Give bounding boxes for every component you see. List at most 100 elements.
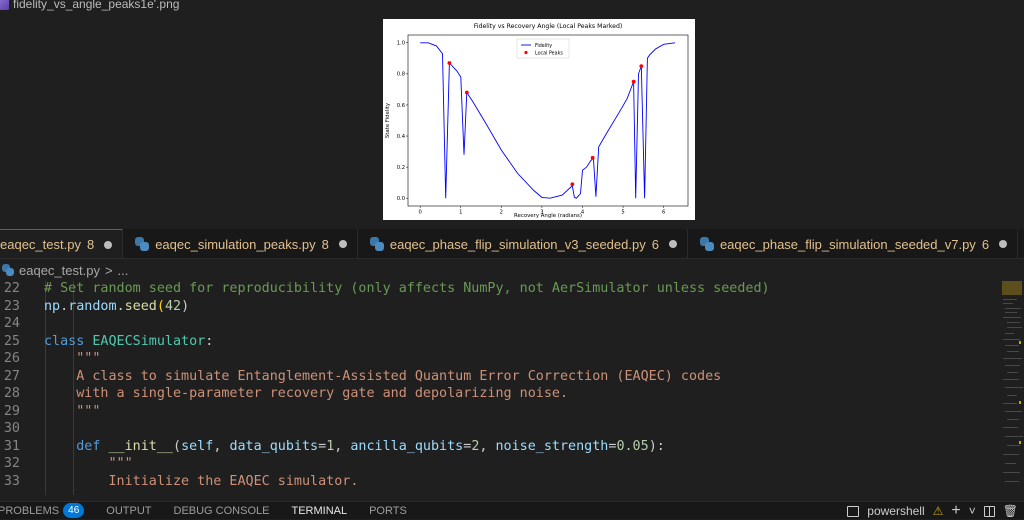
- image-preview: fidelity_vs_angle_peaks1e'.png Fidelity …: [0, 0, 1024, 229]
- python-file-icon: [2, 264, 14, 276]
- tab-problem-count: 6: [651, 236, 659, 252]
- editor-tab[interactable]: eaqec_phase_flip_simulation_v3_seeded.py…: [358, 229, 688, 258]
- unsaved-dot-icon[interactable]: [668, 240, 677, 248]
- code-text: A class to simulate Entanglement-Assiste…: [44, 368, 722, 384]
- panel-tab-label: DEBUG CONSOLE: [173, 504, 270, 517]
- panel-tab-label: PORTS: [369, 504, 407, 517]
- tab-problem-count: 8: [86, 237, 95, 252]
- fidelity-chart-svg: Fidelity vs Recovery Angle (Local Peaks …: [385, 23, 689, 219]
- preview-file-name: fidelity_vs_angle_peaks1e'.png: [13, 0, 180, 11]
- legend-fidelity-label: Fidelity: [535, 43, 552, 49]
- warning-icon: ⚠: [932, 504, 944, 518]
- local-peak-point: [464, 90, 469, 95]
- tab-problem-count: 6: [981, 236, 990, 252]
- panel-tab-ports[interactable]: PORTS: [369, 505, 407, 517]
- code-line[interactable]: 28 with a single-parameter recovery gate…: [0, 385, 1000, 403]
- code-text: """: [44, 403, 101, 419]
- minimap[interactable]: [1000, 281, 1024, 495]
- terminal-dropdown-chevron-icon[interactable]: ˅: [969, 504, 976, 518]
- tab-label: eaqec_phase_flip_simulation_v3_seeded.py: [389, 236, 646, 252]
- y-axis-label: State Fidelity: [385, 102, 391, 138]
- y-tick-label: 0.2: [397, 165, 405, 171]
- code-line[interactable]: 22 # Set random seed for reproducibility …: [0, 281, 1000, 298]
- code-text: """: [44, 456, 133, 471]
- breadcrumb-file[interactable]: eaqec_test.py: [19, 263, 100, 278]
- python-file-icon: [135, 237, 150, 251]
- terminal-name[interactable]: powershell: [867, 504, 924, 518]
- x-tick-label: 5: [621, 210, 624, 216]
- y-tick-label: 0.4: [397, 134, 406, 140]
- editor-tab-bar: eaqec_test.py 8 eaqec_simulation_peaks.py 8…: [0, 229, 1024, 259]
- local-peak-point: [639, 64, 644, 68]
- editor-tab[interactable]: eaqec_simulation_peaks.py 8: [123, 229, 358, 258]
- x-tick-label: 1: [459, 210, 462, 216]
- code-line[interactable]: 31 def __init__(self, data_qubits=1, anc…: [0, 438, 1000, 456]
- local-peak-point: [590, 155, 595, 160]
- local-peak-point: [631, 79, 636, 84]
- code-line[interactable]: 33 Initialize the EAQEC simulator.: [0, 473, 1000, 491]
- tab-label: eaqec_simulation_peaks.py: [155, 236, 316, 252]
- code-text: # Set random seed for reproducibility (o…: [44, 281, 770, 296]
- unsaved-dot-icon[interactable]: [104, 240, 113, 249]
- x-tick-label: 4: [581, 210, 585, 216]
- editor-tab[interactable]: eaqec_test.py 8: [0, 229, 124, 258]
- editor-tab[interactable]: eaqec_phase: [1018, 229, 1024, 258]
- code-line[interactable]: 29 """: [0, 403, 1000, 421]
- terminal-icon: [847, 505, 860, 517]
- x-tick-label: 6: [662, 210, 665, 216]
- unsaved-dot-icon[interactable]: [999, 240, 1008, 248]
- line-number: 27: [3, 368, 20, 384]
- line-number: 29: [3, 403, 20, 419]
- code-editor[interactable]: 22 # Set random seed for reproducibility …: [0, 281, 1000, 495]
- code-line[interactable]: 27 A class to simulate Entanglement-Assi…: [0, 368, 1000, 386]
- line-number: 22: [3, 281, 20, 296]
- code-line[interactable]: 25 class EAQECSimulator:: [0, 333, 1000, 351]
- fidelity-plot: Fidelity vs Recovery Angle (Local Peaks …: [383, 19, 695, 220]
- x-axis-label: Recovery Angle (radians): [514, 213, 582, 219]
- code-line[interactable]: 26 """: [0, 350, 1000, 368]
- split-terminal-icon[interactable]: [983, 505, 995, 517]
- unsaved-dot-icon[interactable]: [338, 240, 347, 248]
- x-tick-label: 3: [540, 210, 543, 216]
- panel-tab-label: TERMINAL: [291, 504, 348, 517]
- y-tick-label: 0.6: [397, 103, 405, 109]
- x-tick-label: 2: [500, 210, 503, 216]
- tab-problem-count: 8: [321, 236, 329, 252]
- breadcrumb: eaqec_test.py > ...: [0, 259, 1024, 281]
- panel-tab-problems[interactable]: PROBLEMS 46: [0, 503, 85, 518]
- breadcrumb-more[interactable]: ...: [118, 263, 129, 278]
- trash-icon[interactable]: 🗑: [1003, 504, 1018, 518]
- code-line[interactable]: 30: [0, 420, 1000, 438]
- line-number: 25: [3, 333, 20, 349]
- legend-peaks-swatch: [524, 50, 528, 55]
- code-text: class EAQECSimulator:: [44, 333, 214, 349]
- tab-label: eaqec_phase_flip_simulation_seeded_v7.py: [719, 236, 976, 252]
- code-text: Initialize the EAQEC simulator.: [44, 473, 359, 489]
- tab-label: eaqec_test.py: [0, 237, 81, 252]
- code-text: def __init__(self, data_qubits=1, ancill…: [76, 438, 665, 454]
- new-terminal-button[interactable]: +: [951, 502, 960, 520]
- terminal-controls: powershell ⚠ + ˅ 🗑: [847, 502, 1018, 520]
- y-tick-label: 1.0: [397, 41, 405, 47]
- image-file-icon: [0, 0, 9, 10]
- panel-tab-output[interactable]: OUTPUT: [106, 505, 151, 517]
- editor-tab[interactable]: eaqec_phase_flip_simulation_seeded_v7.py…: [688, 229, 1019, 258]
- panel-tab-bar: PROBLEMS 46 OUTPUT DEBUG CONSOLE TERMINAL POR…: [0, 501, 1024, 519]
- breadcrumb-separator: >: [104, 262, 113, 278]
- code-text: """: [44, 351, 101, 366]
- code-line[interactable]: 23 np.random.seed(42): [0, 298, 1000, 316]
- minimap-preview: [1002, 281, 1023, 482]
- y-tick-label: 0.8: [397, 72, 405, 78]
- fidelity-series-line: [420, 42, 676, 199]
- line-number: 30: [3, 421, 20, 436]
- chart-title: Fidelity vs Recovery Angle (Local Peaks …: [474, 23, 623, 30]
- code-text: with a single-parameter recovery gate an…: [44, 386, 569, 401]
- python-file-icon: [699, 237, 714, 251]
- line-number: 32: [3, 456, 20, 471]
- code-line[interactable]: 24: [0, 315, 1000, 333]
- panel-tab-debug-console[interactable]: DEBUG CONSOLE: [174, 505, 270, 517]
- line-number: 26: [3, 351, 20, 366]
- code-line[interactable]: 32 """: [0, 455, 1000, 473]
- problems-count-badge: 46: [63, 503, 85, 518]
- panel-tab-terminal[interactable]: TERMINAL: [291, 505, 347, 517]
